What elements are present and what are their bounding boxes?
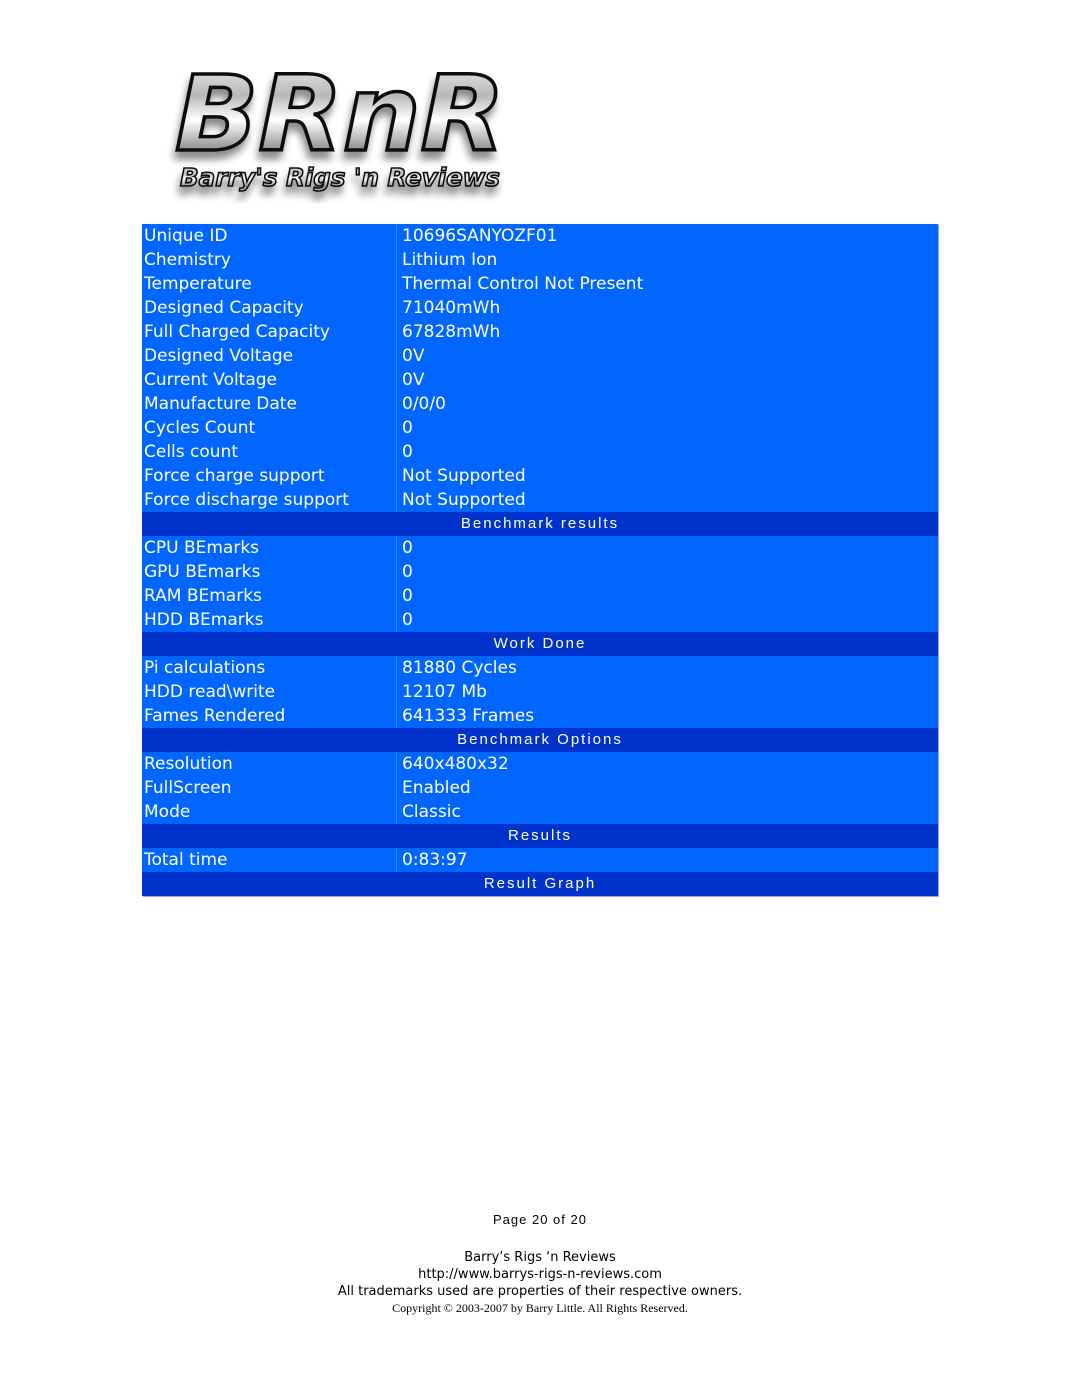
- row-value: 0:83:97: [396, 848, 938, 872]
- row-label: FullScreen: [142, 776, 397, 800]
- table-row: Designed Voltage 0V: [142, 344, 938, 368]
- row-label: CPU BEmarks: [142, 536, 397, 560]
- table-row: CPU BEmarks 0: [142, 536, 938, 560]
- table-row: Mode Classic: [142, 800, 938, 824]
- table-row: Cycles Count 0: [142, 416, 938, 440]
- row-value: 71040mWh: [396, 296, 938, 320]
- row-value: Lithium Ion: [396, 248, 938, 272]
- row-value: 641333 Frames: [396, 704, 938, 728]
- page-number: Page 20 of 20: [493, 1212, 587, 1227]
- footer: Barry’s Rigs ‘n Reviews http://www.barry…: [0, 1249, 1080, 1317]
- table-row: Fames Rendered 641333 Frames: [142, 704, 938, 728]
- section-header-work-done: Work Done: [142, 632, 938, 656]
- table-row: Full Charged Capacity 67828mWh: [142, 320, 938, 344]
- battery-benchmark-table: Unique ID 10696SANYOZF01 Chemistry Lithium …: [142, 224, 938, 896]
- section-title: Results: [142, 824, 938, 848]
- section-title: Benchmark results: [142, 512, 938, 536]
- section-title: Result Graph: [142, 872, 938, 896]
- row-value: 0: [396, 560, 938, 584]
- row-label: Mode: [142, 800, 397, 824]
- row-label: Cells count: [142, 440, 397, 464]
- row-label: Total time: [142, 848, 397, 872]
- table-row: Cells count 0: [142, 440, 938, 464]
- row-label: HDD read\write: [142, 680, 397, 704]
- row-label: GPU BEmarks: [142, 560, 397, 584]
- footer-site-name: Barry’s Rigs ‘n Reviews: [464, 1250, 616, 1265]
- row-value: Not Supported: [396, 464, 938, 488]
- row-label: RAM BEmarks: [142, 584, 397, 608]
- table-row: Pi calculations 81880 Cycles: [142, 656, 938, 680]
- row-value: 0V: [396, 368, 938, 392]
- row-label: Current Voltage: [142, 368, 397, 392]
- section-header-benchmark-options: Benchmark Options: [142, 728, 938, 752]
- section-header-benchmark-results: Benchmark results: [142, 512, 938, 536]
- footer-copyright: Copyright © 2003-2007 by Barry Little. A…: [392, 1301, 688, 1315]
- row-value: Enabled: [396, 776, 938, 800]
- row-value: 10696SANYOZF01: [396, 224, 938, 248]
- table-row: Unique ID 10696SANYOZF01: [142, 224, 938, 248]
- row-label: Temperature: [142, 272, 397, 296]
- row-label: Force charge support: [142, 464, 397, 488]
- row-value: 0V: [396, 344, 938, 368]
- logo-title: BRnR: [175, 58, 505, 175]
- table-row: HDD BEmarks 0: [142, 608, 938, 632]
- row-label: Chemistry: [142, 248, 397, 272]
- table-row: HDD read\write 12107 Mb: [142, 680, 938, 704]
- table-row: Current Voltage 0V: [142, 368, 938, 392]
- row-value: Classic: [396, 800, 938, 824]
- table-row: Designed Capacity 71040mWh: [142, 296, 938, 320]
- row-label: Full Charged Capacity: [142, 320, 397, 344]
- table-row: Manufacture Date 0/0/0: [142, 392, 938, 416]
- row-value: Thermal Control Not Present: [396, 272, 938, 296]
- table-row: FullScreen Enabled: [142, 776, 938, 800]
- row-label: Resolution: [142, 752, 397, 776]
- row-value: 81880 Cycles: [396, 656, 938, 680]
- row-value: 0: [396, 536, 938, 560]
- row-label: Manufacture Date: [142, 392, 397, 416]
- logo-subtitle: Barry's Rigs 'n Reviews: [180, 163, 500, 192]
- row-label: Designed Voltage: [142, 344, 397, 368]
- row-value: 0: [396, 608, 938, 632]
- table-row: Force discharge support Not Supported: [142, 488, 938, 512]
- row-value: 0: [396, 416, 938, 440]
- section-header-results: Results: [142, 824, 938, 848]
- section-title: Work Done: [142, 632, 938, 656]
- row-value: 67828mWh: [396, 320, 938, 344]
- row-label: Cycles Count: [142, 416, 397, 440]
- row-label: Pi calculations: [142, 656, 397, 680]
- footer-trademarks: All trademarks used are properties of th…: [337, 1284, 743, 1299]
- row-value: 0/0/0: [396, 392, 938, 416]
- row-label: HDD BEmarks: [142, 608, 397, 632]
- row-value: 0: [396, 440, 938, 464]
- table-row: Resolution 640x480x32: [142, 752, 938, 776]
- row-label: Designed Capacity: [142, 296, 397, 320]
- table-row: Force charge support Not Supported: [142, 464, 938, 488]
- footer-url[interactable]: http://www.barrys-rigs-n-reviews.com: [0, 1266, 1080, 1283]
- row-value: 0: [396, 584, 938, 608]
- table-row: Chemistry Lithium Ion: [142, 248, 938, 272]
- table-row: RAM BEmarks 0: [142, 584, 938, 608]
- table-row: Temperature Thermal Control Not Present: [142, 272, 938, 296]
- brnr-logo: BRnR Barry's Rigs 'n Reviews: [160, 58, 520, 203]
- row-value: Not Supported: [396, 488, 938, 512]
- row-value: 12107 Mb: [396, 680, 938, 704]
- row-label: Force discharge support: [142, 488, 397, 512]
- row-label: Unique ID: [142, 224, 397, 248]
- section-title: Benchmark Options: [142, 728, 938, 752]
- table-row: GPU BEmarks 0: [142, 560, 938, 584]
- section-header-result-graph: Result Graph: [142, 872, 938, 896]
- row-label: Fames Rendered: [142, 704, 397, 728]
- row-value: 640x480x32: [396, 752, 938, 776]
- table-row: Total time 0:83:97: [142, 848, 938, 872]
